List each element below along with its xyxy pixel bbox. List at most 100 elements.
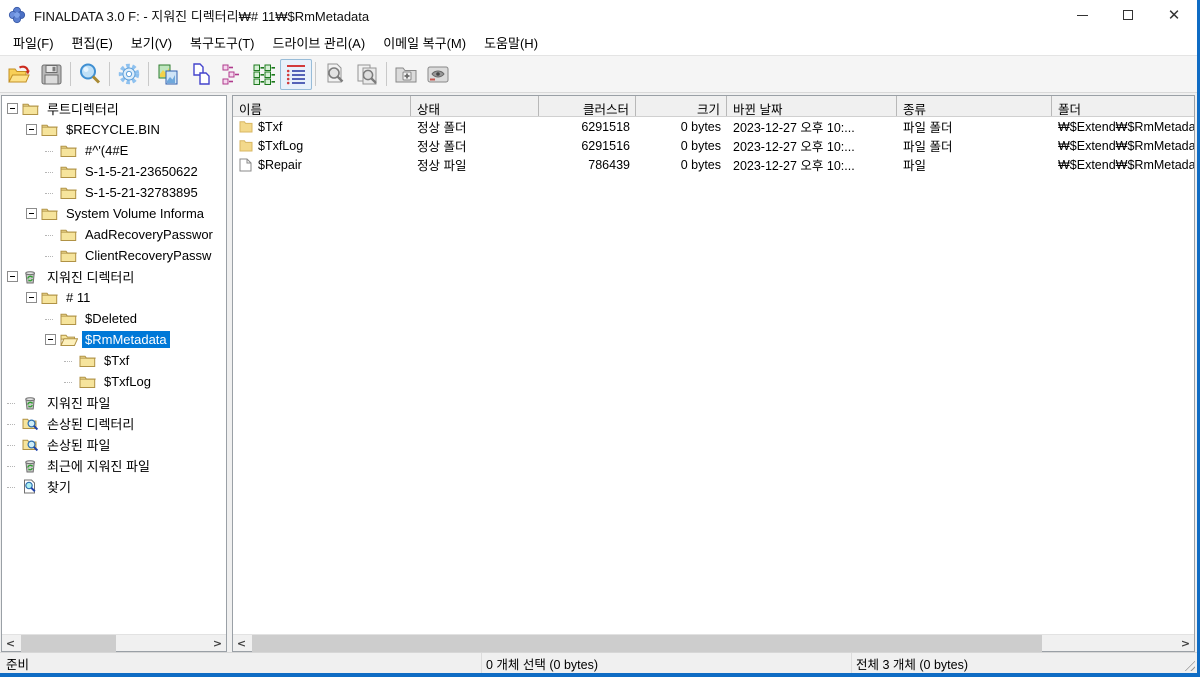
minus-box-icon[interactable] <box>26 208 37 219</box>
search-button[interactable] <box>74 59 106 90</box>
tree-item-#-4#e[interactable]: #^'(4#E <box>2 140 226 161</box>
add-folder-icon <box>394 62 418 86</box>
minus-box-icon[interactable] <box>45 334 56 345</box>
menu-bar: 파일(F)편집(E)보기(V)복구도구(T)드라이브 관리(A)이메일 복구(M… <box>0 30 1197 56</box>
app-logo-icon <box>8 6 26 24</box>
column-header-size[interactable]: 크기 <box>636 96 727 116</box>
tree-horizontal-scrollbar[interactable]: < > <box>2 634 226 651</box>
tree-item-지워진-디렉터리[interactable]: 지워진 디렉터리 <box>2 266 226 287</box>
add-folder-button <box>390 59 422 90</box>
icon-view-button[interactable] <box>184 59 216 90</box>
tree-scroll-thumb[interactable] <box>21 635 116 652</box>
column-header-type[interactable]: 종류 <box>897 96 1052 116</box>
cell-size: 0 bytes <box>636 158 727 172</box>
tree-item-$txf[interactable]: $Txf <box>2 350 226 371</box>
maximize-button[interactable] <box>1105 0 1151 30</box>
list-scroll-track[interactable] <box>250 635 1177 651</box>
search-page-icon <box>22 479 40 495</box>
file-list-header: 이름상태클러스터크기바뀐 날짜종류폴더 <box>233 96 1194 117</box>
tree-item-$recycle-bin[interactable]: $RECYCLE.BIN <box>2 119 226 140</box>
list-view-button[interactable] <box>216 59 248 90</box>
search-icon <box>78 62 102 86</box>
tree-item-clientrecoverypassw[interactable]: ClientRecoveryPassw <box>2 245 226 266</box>
minus-box-icon[interactable] <box>7 103 18 114</box>
file-name: $Repair <box>258 158 302 172</box>
tree-item-#-11[interactable]: # 11 <box>2 287 226 308</box>
folder-icon <box>22 101 40 117</box>
cell-name: $TxfLog <box>233 139 411 153</box>
scroll-left-icon[interactable]: < <box>2 635 19 652</box>
tree-item-$rmmetadata[interactable]: $RmMetadata <box>2 329 226 350</box>
list-horizontal-scrollbar[interactable]: < > <box>233 634 1194 651</box>
tree-connector <box>45 165 58 178</box>
directory-tree-pane: 루트디렉터리$RECYCLE.BIN#^'(4#ES-1-5-21-236506… <box>1 95 227 652</box>
collapse-icon[interactable] <box>26 291 39 304</box>
search-folder-icon <box>22 416 40 432</box>
search-folder-icon <box>22 437 40 453</box>
scroll-left-icon[interactable]: < <box>233 635 250 652</box>
settings-button[interactable] <box>113 59 145 90</box>
report-view-button[interactable] <box>280 59 312 90</box>
tree-connector <box>64 375 77 388</box>
tree-item-s-1-5-21-32783895[interactable]: S-1-5-21-32783895 <box>2 182 226 203</box>
scroll-right-icon[interactable]: > <box>1177 635 1194 652</box>
open-folder-button[interactable] <box>3 59 35 90</box>
tree-item-지워진-파일[interactable]: 지워진 파일 <box>2 392 226 413</box>
tree-item-$deleted[interactable]: $Deleted <box>2 308 226 329</box>
collapse-icon[interactable] <box>7 102 20 115</box>
collapse-icon[interactable] <box>26 123 39 136</box>
scroll-right-icon[interactable]: > <box>209 635 226 652</box>
file-row-txf[interactable]: $Txf정상 폴더62915180 bytes2023-12-27 오후 10:… <box>233 117 1194 136</box>
collapse-icon[interactable] <box>26 207 39 220</box>
file-row-repair[interactable]: $Repair정상 파일7864390 bytes2023-12-27 오후 1… <box>233 155 1194 174</box>
menu-item-2[interactable]: 보기(V) <box>122 29 181 56</box>
dotted-stub <box>7 445 15 446</box>
tree-item-찾기[interactable]: 찾기 <box>2 476 226 497</box>
minimize-button[interactable] <box>1059 0 1105 30</box>
cell-cluster: 6291516 <box>539 139 636 153</box>
window-title: FINALDATA 3.0 F: - 지워진 디렉터리₩# 11₩$RmMeta… <box>34 6 1059 25</box>
column-header-cluster[interactable]: 클러스터 <box>539 96 636 116</box>
save-button[interactable] <box>35 59 67 90</box>
menu-item-4[interactable]: 드라이브 관리(A) <box>263 29 374 56</box>
menu-item-5[interactable]: 이메일 복구(M) <box>374 29 475 56</box>
cell-status: 정상 파일 <box>411 155 539 174</box>
folder-icon <box>41 122 59 138</box>
file-row-txflog[interactable]: $TxfLog정상 폴더62915160 bytes2023-12-27 오후 … <box>233 136 1194 155</box>
minus-box-icon[interactable] <box>26 124 37 135</box>
menu-item-6[interactable]: 도움말(H) <box>475 29 547 56</box>
minus-box-icon[interactable] <box>7 271 18 282</box>
tree-item-손상된-파일[interactable]: 손상된 파일 <box>2 434 226 455</box>
tree-item-$txflog[interactable]: $TxfLog <box>2 371 226 392</box>
tree-connector <box>7 438 20 451</box>
tree-scroll-track[interactable] <box>19 635 209 651</box>
thumbnail-view-button[interactable] <box>152 59 184 90</box>
collapse-icon[interactable] <box>7 270 20 283</box>
close-button[interactable]: ✕ <box>1151 0 1197 30</box>
tree-item-손상된-디렉터리[interactable]: 손상된 디렉터리 <box>2 413 226 434</box>
cell-date: 2023-12-27 오후 10:... <box>727 155 897 174</box>
tree-item-aadrecoverypasswor[interactable]: AadRecoveryPasswor <box>2 224 226 245</box>
column-header-date[interactable]: 바뀐 날짜 <box>727 96 897 116</box>
mount-drive-icon <box>426 62 450 86</box>
tree-item-최근에-지워진-파일[interactable]: 최근에 지워진 파일 <box>2 455 226 476</box>
tree-connector <box>45 312 58 325</box>
window-controls: ✕ <box>1059 0 1197 30</box>
tree-item-label: AadRecoveryPasswor <box>82 226 216 243</box>
tree-item-루트디렉터리[interactable]: 루트디렉터리 <box>2 98 226 119</box>
tree-item-system-volume-informa[interactable]: System Volume Informa <box>2 203 226 224</box>
tree-item-s-1-5-21-23650622[interactable]: S-1-5-21-23650622 <box>2 161 226 182</box>
column-header-status[interactable]: 상태 <box>411 96 539 116</box>
menu-item-1[interactable]: 편집(E) <box>63 29 122 56</box>
column-header-name[interactable]: 이름 <box>233 96 411 116</box>
toolbar-separator <box>315 62 316 86</box>
tree-view-button[interactable] <box>248 59 280 90</box>
menu-item-0[interactable]: 파일(F) <box>4 29 63 56</box>
column-header-folder[interactable]: 폴더 <box>1052 96 1194 116</box>
dotted-stub <box>64 382 72 383</box>
minus-box-icon[interactable] <box>26 292 37 303</box>
list-scroll-thumb[interactable] <box>252 635 1042 652</box>
dotted-stub <box>45 235 53 236</box>
menu-item-3[interactable]: 복구도구(T) <box>181 29 263 56</box>
collapse-icon[interactable] <box>45 333 58 346</box>
